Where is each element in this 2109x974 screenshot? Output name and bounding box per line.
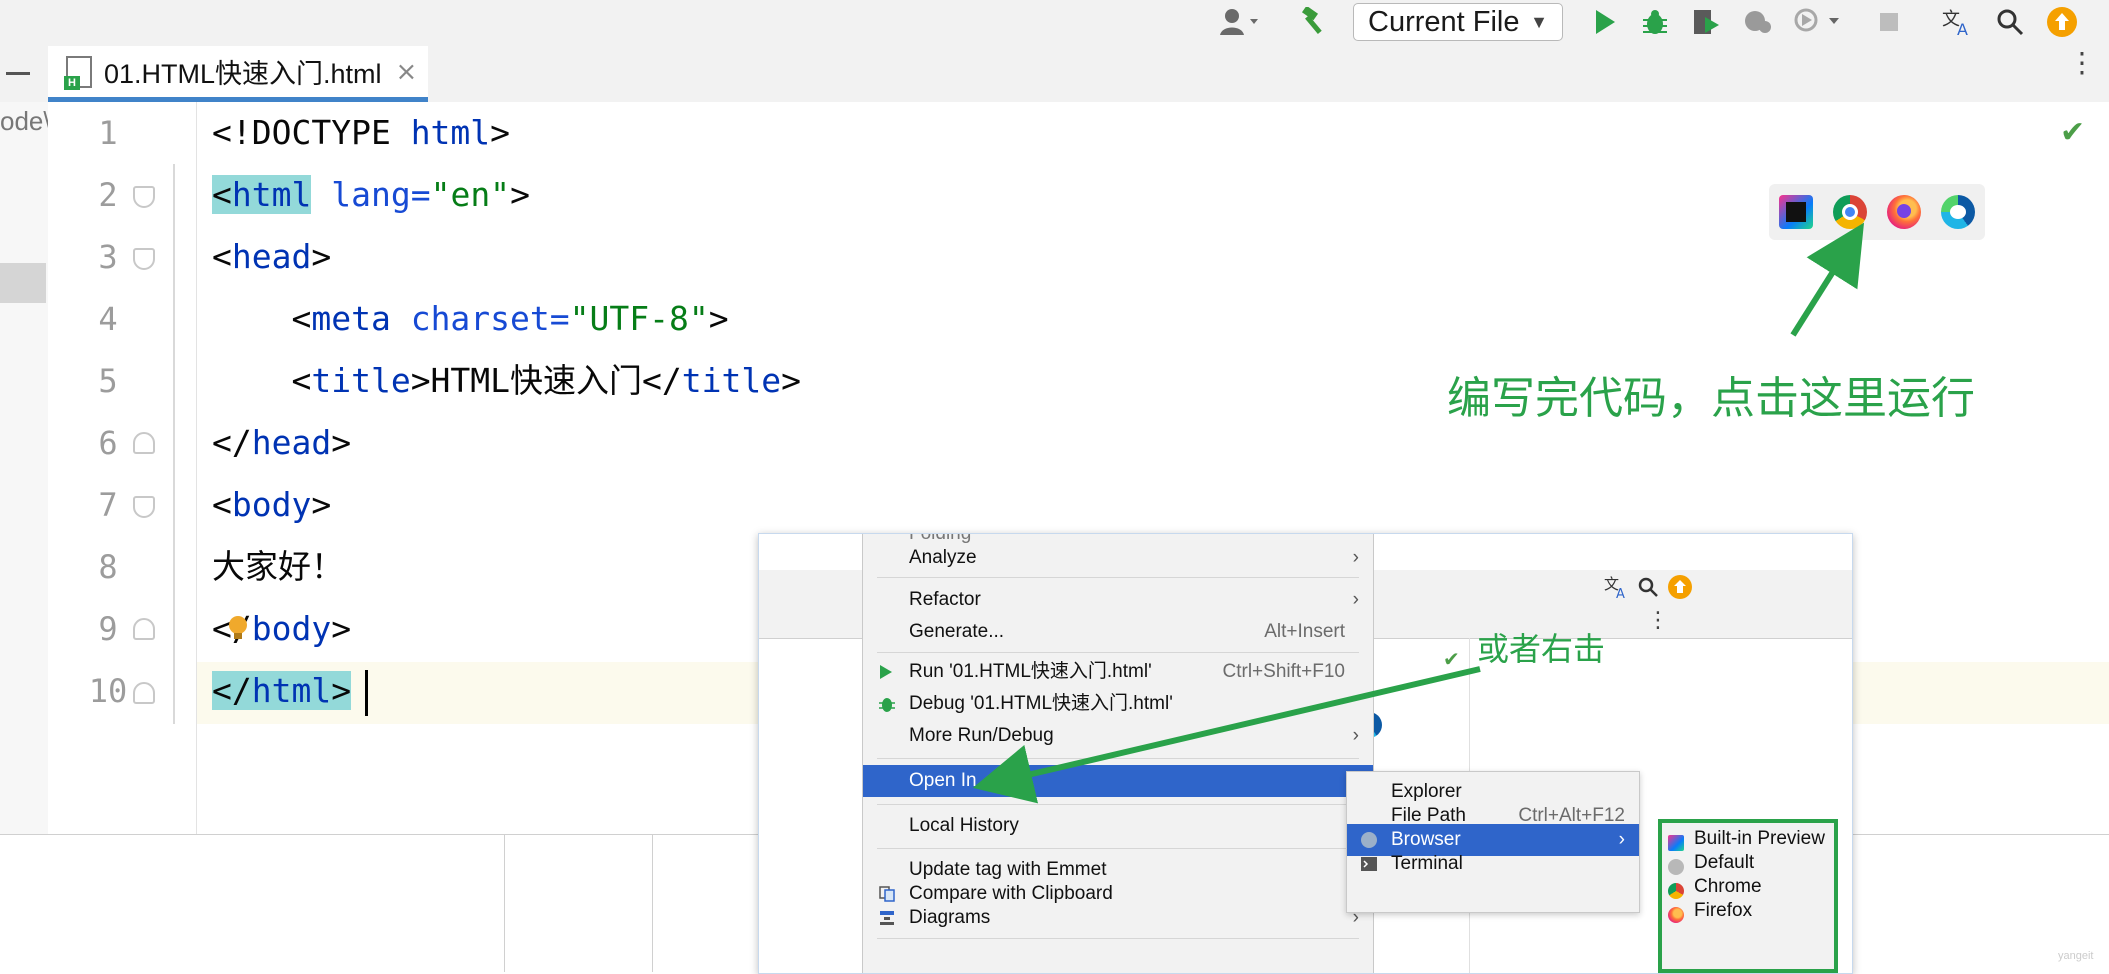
annotation-arrow-overlay (972, 666, 1481, 804)
annotation-arrow-left (972, 666, 1481, 804)
watermark: yangeit (2058, 950, 2094, 962)
